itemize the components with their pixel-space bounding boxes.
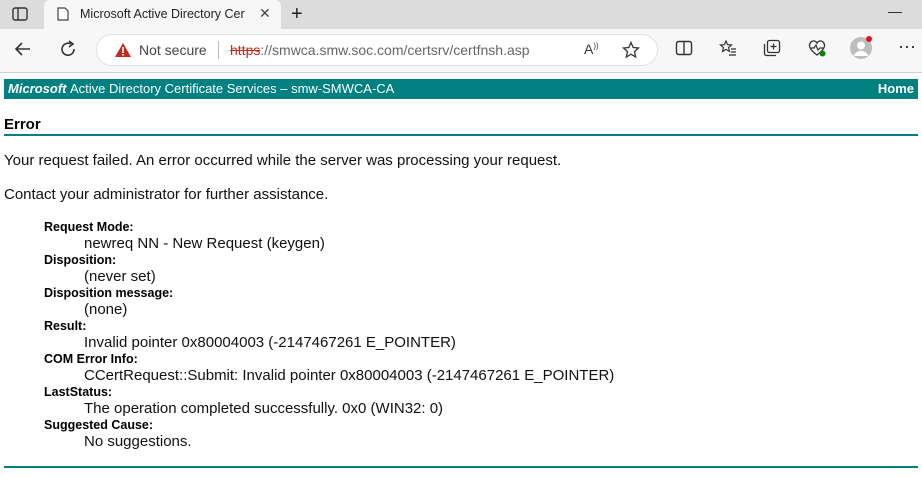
browser-essentials-icon[interactable]	[807, 39, 827, 62]
back-icon[interactable]	[12, 38, 34, 60]
detail-value: Invalid pointer 0x80004003 (-2147467261 …	[84, 334, 456, 351]
banner-title: Active Directory Certificate Services – …	[70, 81, 395, 96]
header-banner: Microsoft Active Directory Certificate S…	[4, 79, 918, 99]
minimize-icon[interactable]: —	[888, 3, 902, 19]
detail-label: Suggested Cause:	[44, 418, 154, 432]
divider-top	[4, 134, 918, 136]
error-details: Request Mode: newreq NN - New Request (k…	[44, 219, 614, 450]
more-icon[interactable]: ⋯	[898, 37, 916, 58]
detail-value: (never set)	[84, 268, 156, 285]
tab-actions-icon[interactable]	[12, 7, 28, 26]
detail-label: LastStatus:	[44, 385, 113, 399]
microsoft-label: Microsoft	[8, 81, 67, 96]
collections-icon[interactable]	[763, 39, 781, 62]
browser-tab[interactable]: Microsoft Active Directory Certifi ✕	[44, 0, 281, 29]
detail-label: COM Error Info:	[44, 352, 138, 366]
favorite-star-icon[interactable]	[621, 40, 641, 64]
notification-dot	[866, 36, 872, 42]
detail-value: newreq NN - New Request (keygen)	[84, 235, 325, 252]
close-icon[interactable]: ✕	[259, 5, 271, 22]
split-screen-icon[interactable]	[675, 39, 693, 62]
home-link[interactable]: Home	[878, 81, 914, 96]
detail-value: The operation completed successfully. 0x…	[84, 400, 444, 417]
detail-label: Request Mode:	[44, 220, 134, 234]
refresh-icon[interactable]	[57, 38, 79, 60]
divider	[218, 41, 219, 59]
favorites-icon[interactable]	[719, 39, 737, 62]
toolbar: Not secure https://smwca.smw.soc.com/cer…	[0, 29, 922, 73]
warning-icon[interactable]	[114, 42, 132, 63]
read-aloud-icon[interactable]: A))	[584, 41, 599, 57]
detail-label: Result:	[44, 319, 87, 333]
new-tab-icon[interactable]: +	[291, 3, 303, 26]
not-secure-label[interactable]: Not secure	[139, 42, 207, 58]
tab-strip: Microsoft Active Directory Certifi ✕ + —	[0, 0, 922, 29]
detail-value: No suggestions.	[84, 433, 192, 450]
url-path: ://smwca.smw.soc.com/certsrv/certfnsh.as…	[260, 42, 530, 58]
divider-bottom	[4, 466, 918, 468]
document-icon	[57, 7, 69, 26]
error-message: Your request failed. An error occurred w…	[4, 152, 562, 169]
detail-label: Disposition message:	[44, 286, 174, 300]
detail-value: (none)	[84, 301, 128, 318]
page-title: Error	[4, 116, 41, 133]
detail-value: CCertRequest::Submit: Invalid pointer 0x…	[84, 367, 615, 384]
detail-label: Disposition:	[44, 253, 117, 267]
url-text[interactable]: https://smwca.smw.soc.com/certsrv/certfn…	[230, 42, 530, 58]
tab-title: Microsoft Active Directory Certifi	[80, 7, 245, 21]
contact-message: Contact your administrator for further a…	[4, 186, 329, 203]
url-scheme: https	[230, 42, 261, 58]
address-bar[interactable]: Not secure https://smwca.smw.soc.com/cer…	[96, 34, 658, 66]
